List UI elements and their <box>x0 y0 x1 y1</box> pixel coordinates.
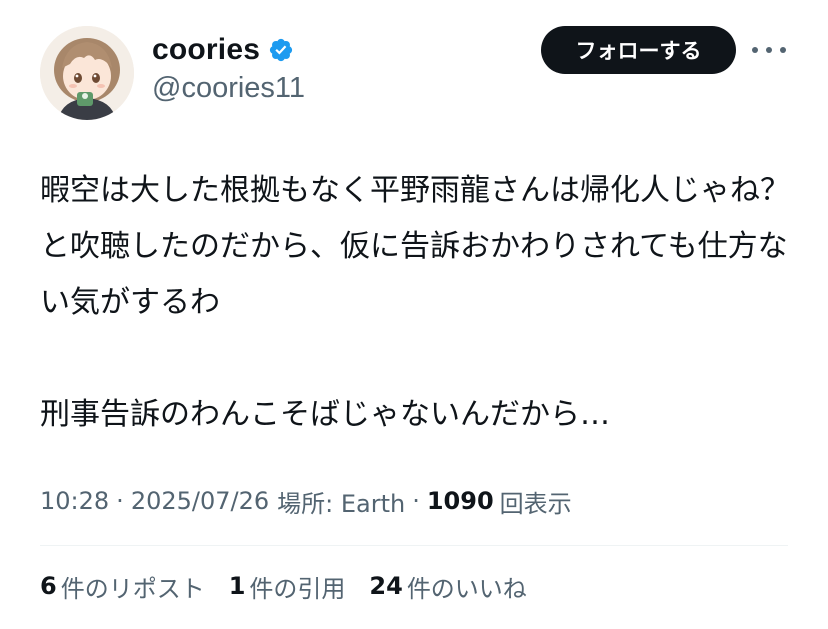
quotes-stat[interactable]: 1 件の引用 <box>229 569 346 604</box>
engagement-stats: 6 件のリポスト 1 件の引用 24 件のいいね <box>40 566 551 606</box>
tweet-paragraph: 暇空は大した根拠もなく平野雨龍さんは帰化人じゃね？と吹聴したのだから、仮に告訴お… <box>40 173 790 320</box>
divider <box>40 545 788 546</box>
tweet-paragraph: 刑事告訴のわんこそばじゃないんだから… <box>40 397 610 432</box>
reposts-label: 件のリポスト <box>60 574 205 603</box>
follow-button[interactable]: フォローする <box>541 26 736 74</box>
tweet-meta: 10:28 · 2025/07/26 場所: Earth · 1090 回表示 <box>40 481 572 521</box>
dot <box>752 47 758 53</box>
dot <box>780 47 786 53</box>
avatar-image <box>40 26 134 120</box>
reposts-count: 6 <box>40 572 57 600</box>
user-handle[interactable]: @coories11 <box>152 72 305 105</box>
meta-separator: · <box>116 487 124 515</box>
likes-count: 24 <box>369 572 403 600</box>
tweet-detail: coories @coories11 フォローする 暇空は大した根拠もなく平野雨… <box>0 0 828 629</box>
tweet-date[interactable]: 2025/07/26 <box>131 487 269 515</box>
tweet-text: 暇空は大した根拠もなく平野雨龍さんは帰化人じゃね？と吹聴したのだから、仮に告訴お… <box>40 163 800 443</box>
quotes-label: 件の引用 <box>249 574 346 603</box>
tweet-time[interactable]: 10:28 <box>40 487 109 515</box>
avatar[interactable] <box>40 26 134 120</box>
views-label: 回表示 <box>499 489 572 518</box>
tweet-location: 場所: Earth <box>277 489 406 518</box>
reposts-stat[interactable]: 6 件のリポスト <box>40 569 205 604</box>
likes-stat[interactable]: 24 件のいいね <box>369 569 526 604</box>
views-count[interactable]: 1090 <box>427 487 494 515</box>
author-name-row[interactable]: coories <box>152 30 294 70</box>
display-name[interactable]: coories <box>152 33 260 67</box>
verified-badge-icon <box>268 37 294 63</box>
quotes-count: 1 <box>228 572 246 600</box>
dot <box>766 47 772 53</box>
meta-separator: · <box>412 487 420 515</box>
more-options-icon[interactable] <box>752 38 786 62</box>
likes-label: 件のいいね <box>406 574 527 603</box>
